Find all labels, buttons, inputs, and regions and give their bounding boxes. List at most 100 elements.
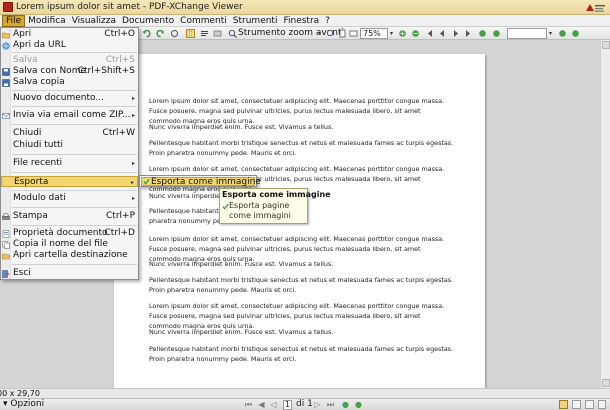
menu-item-salva[interactable]: Salva Ctrl+S	[1, 55, 138, 66]
menu-item-apri[interactable]: Apri Ctrl+O	[1, 29, 138, 40]
paragraph: Nunc viverra imperdiet enim. Fusce est. …	[149, 260, 334, 268]
menu-commenti[interactable]: Commenti	[177, 15, 230, 27]
app-icon	[3, 2, 13, 12]
menu-item-nuovo-documento[interactable]: Nuovo documento... ▸	[1, 93, 138, 104]
prev-page-icon[interactable]	[438, 29, 447, 38]
fit-width-icon[interactable]	[349, 29, 358, 38]
single-page-view-icon[interactable]	[559, 400, 568, 409]
submenu-arrow-icon: ▸	[131, 112, 135, 119]
submenu-arrow-icon: ▸	[131, 160, 135, 167]
back-view-icon[interactable]	[478, 29, 487, 38]
zoom-dropdown-icon[interactable]: ▾	[390, 28, 393, 39]
status-last-page-icon[interactable]: ⏭	[326, 400, 335, 409]
continuous-view-icon[interactable]	[572, 400, 581, 409]
page-count-label: di 1	[296, 399, 313, 409]
rotate-right-icon[interactable]	[170, 29, 179, 38]
export-image-icon	[143, 178, 150, 185]
menu-documento[interactable]: Documento	[119, 15, 177, 27]
select-text-icon[interactable]	[200, 29, 209, 38]
folder-open-icon	[2, 32, 10, 39]
rotate-left-icon[interactable]	[156, 29, 165, 38]
menu-item-salva-copia[interactable]: Salva copia	[1, 77, 138, 88]
status-back-icon[interactable]: ●	[341, 400, 350, 409]
submenu-arrow-icon: ▸	[130, 179, 134, 186]
fit-page-icon[interactable]	[338, 29, 347, 38]
menu-visualizza[interactable]: Visualizza	[69, 15, 119, 27]
continuous-facing-view-icon[interactable]	[598, 400, 606, 409]
status-next-icon[interactable]: ▷	[313, 400, 322, 409]
first-page-icon[interactable]	[425, 29, 434, 38]
tooltip-title: Esporta come immagine	[222, 190, 331, 199]
menu-item-proprieta-documento[interactable]: Proprietà documento Ctrl+D	[1, 228, 138, 239]
options-button[interactable]: ▾ Opzioni	[3, 399, 44, 410]
search-input[interactable]	[507, 28, 547, 39]
undo-icon[interactable]	[142, 29, 151, 38]
menu-item-esporta-come-immagine[interactable]: Esporta come immagine	[141, 177, 261, 187]
window-title: Lorem ipsum dolor sit amet - PDF-XChange…	[16, 2, 243, 12]
menu-item-salva-con-nome[interactable]: Salva con Nome Ctrl+Shift+S	[1, 66, 138, 77]
menu-separator	[12, 90, 137, 91]
page-size-label: 00 x 29,70	[0, 389, 40, 398]
export-submenu: Esporta come immagine	[139, 175, 261, 187]
title-bar: Lorem ipsum dolor sit amet - PDF-XChange…	[0, 0, 610, 15]
find-next-icon[interactable]	[571, 29, 580, 38]
snapshot-icon[interactable]	[213, 29, 222, 38]
menu-item-copia-nome-file[interactable]: Copia il nome del file	[1, 239, 138, 250]
menu-item-esporta[interactable]: Esporta ▸	[1, 176, 138, 187]
zoom-level-field[interactable]: 75%	[360, 28, 388, 39]
menu-item-modulo-dati[interactable]: Modulo dati ▸	[1, 193, 138, 204]
menu-item-esci[interactable]: Esci	[1, 268, 138, 279]
find-previous-icon[interactable]	[558, 29, 567, 38]
forward-view-icon[interactable]	[492, 29, 501, 38]
scroll-down-icon[interactable]	[602, 379, 610, 387]
zoom-out-icon[interactable]	[326, 29, 335, 38]
search-dropdown-icon[interactable]: ▾	[549, 28, 552, 39]
vertical-scrollbar[interactable]	[600, 40, 610, 388]
status-prev-page-icon[interactable]: ◀	[257, 400, 266, 409]
hand-tool-icon[interactable]	[186, 29, 195, 38]
copy-icon	[2, 241, 10, 249]
tooltip-body: Esporta pagine come immagini	[229, 201, 291, 220]
file-menu-dropdown: Apri Ctrl+O Apri da URL Salva Ctrl+S Sal…	[0, 27, 139, 280]
export-tooltip: Esporta come immagine Esporta pagine com…	[219, 188, 331, 224]
menu-separator	[12, 106, 137, 107]
paragraph: Nunc viverra imperdiet enim. Fusce est. …	[149, 328, 334, 336]
properties-icon	[2, 230, 10, 238]
menu-separator	[12, 264, 137, 265]
paragraph: Pellentesque habitant morbi tristique se…	[149, 139, 454, 158]
menu-modifica[interactable]: Modifica	[25, 15, 69, 27]
status-first-page-icon[interactable]: ⏮	[244, 400, 253, 409]
menu-strumenti[interactable]: Strumenti	[230, 15, 281, 27]
paragraph: Pellentesque habitant morbi tristique se…	[149, 276, 454, 295]
menu-separator	[12, 172, 137, 173]
next-page-icon[interactable]	[451, 29, 460, 38]
last-page-icon[interactable]	[464, 29, 473, 38]
menu-item-file-recenti[interactable]: File recenti ▸	[1, 158, 138, 169]
menu-help[interactable]: ?	[322, 15, 333, 27]
current-page-field[interactable]: 1	[283, 400, 292, 410]
menu-item-chiudi-tutti[interactable]: Chiudi tutti	[1, 140, 138, 151]
menu-separator	[12, 207, 137, 208]
zoom-minus-icon[interactable]	[411, 29, 420, 38]
printer-icon	[2, 213, 10, 220]
save-copy-icon	[2, 79, 10, 87]
folder-icon	[2, 253, 10, 260]
menu-item-invia-email-zip[interactable]: Invia via email come ZIP... ▸	[1, 110, 138, 121]
menu-item-apri-cartella-destinazione[interactable]: Apri cartella destinazione	[1, 250, 138, 261]
brand-logo	[583, 1, 607, 14]
facing-view-icon[interactable]	[585, 400, 594, 409]
scroll-up-icon[interactable]	[602, 41, 610, 49]
save-as-icon	[2, 68, 10, 76]
menu-item-stampa[interactable]: Stampa Ctrl+P	[1, 211, 138, 222]
exit-icon	[2, 270, 10, 278]
zoom-in-icon[interactable]	[228, 29, 237, 38]
zoom-tool-dropdown-icon[interactable]: ▾	[318, 28, 321, 39]
menu-finestra[interactable]: Finestra	[280, 15, 322, 27]
menu-file[interactable]: File	[2, 14, 26, 27]
submenu-arrow-icon: ▸	[131, 195, 135, 202]
status-prev-icon[interactable]: ◁	[269, 400, 278, 409]
zoom-plus-icon[interactable]	[398, 29, 407, 38]
status-forward-icon[interactable]: ●	[354, 400, 363, 409]
menu-item-apri-da-url[interactable]: Apri da URL	[1, 40, 138, 51]
menu-item-chiudi[interactable]: Chiudi Ctrl+W	[1, 128, 138, 139]
